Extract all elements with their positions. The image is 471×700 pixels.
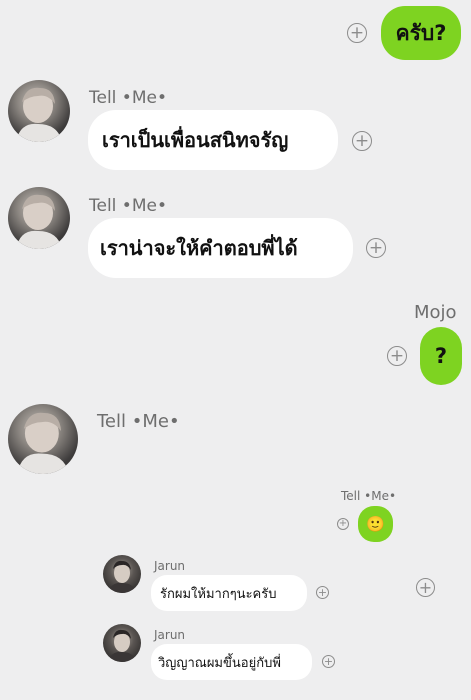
avatar[interactable]: [103, 555, 141, 593]
avatar-image: [16, 87, 62, 142]
add-reaction-button[interactable]: +: [347, 23, 367, 43]
incoming-message-bubble[interactable]: เราเป็นเพื่อนสนิทจรัญ: [88, 110, 338, 170]
sender-name: Tell •Me•: [89, 196, 167, 216]
smiling-face-icon: 🙂: [366, 515, 385, 533]
sender-name: Mojo: [414, 302, 457, 323]
add-reaction-button[interactable]: +: [337, 518, 349, 530]
message-text: เราน่าจะให้คำตอบพี่ได้: [100, 236, 298, 260]
sender-name: Tell •Me•: [89, 88, 167, 108]
message-text: รักผมให้มากๆนะครับ: [160, 586, 277, 602]
sender-name: Tell •Me•: [341, 489, 397, 503]
sender-name: Tell •Me•: [97, 411, 180, 432]
avatar-image: [16, 194, 62, 249]
add-reaction-button[interactable]: +: [316, 586, 329, 599]
add-reaction-button[interactable]: +: [416, 578, 435, 597]
incoming-message-bubble[interactable]: รักผมให้มากๆนะครับ: [151, 575, 307, 611]
sticker-bubble[interactable]: 🙂: [358, 506, 393, 542]
add-reaction-button[interactable]: +: [352, 131, 372, 151]
add-reaction-button[interactable]: +: [366, 238, 386, 258]
add-reaction-button[interactable]: +: [387, 346, 407, 366]
outgoing-message-bubble[interactable]: ?: [420, 327, 462, 385]
add-reaction-button[interactable]: +: [322, 655, 335, 668]
message-text: ?: [434, 344, 448, 368]
message-text: ครับ?: [395, 20, 447, 45]
avatar-image: [108, 560, 136, 593]
avatar-image: [108, 629, 136, 662]
sender-name: Jarun: [154, 559, 186, 573]
avatar[interactable]: [8, 80, 70, 142]
sender-name: Jarun: [154, 628, 186, 642]
avatar[interactable]: [103, 624, 141, 662]
incoming-message-bubble[interactable]: วิญญาณผมขึ้นอยู่กับพี่: [151, 644, 312, 680]
incoming-message-bubble[interactable]: เราน่าจะให้คำตอบพี่ได้: [88, 218, 353, 278]
avatar[interactable]: [8, 404, 78, 474]
avatar[interactable]: [8, 187, 70, 249]
message-text: เราเป็นเพื่อนสนิทจรัญ: [102, 128, 289, 152]
outgoing-message-bubble[interactable]: ครับ?: [381, 6, 461, 60]
message-text: วิญญาณผมขึ้นอยู่กับพี่: [158, 655, 281, 671]
avatar-image: [17, 412, 69, 474]
